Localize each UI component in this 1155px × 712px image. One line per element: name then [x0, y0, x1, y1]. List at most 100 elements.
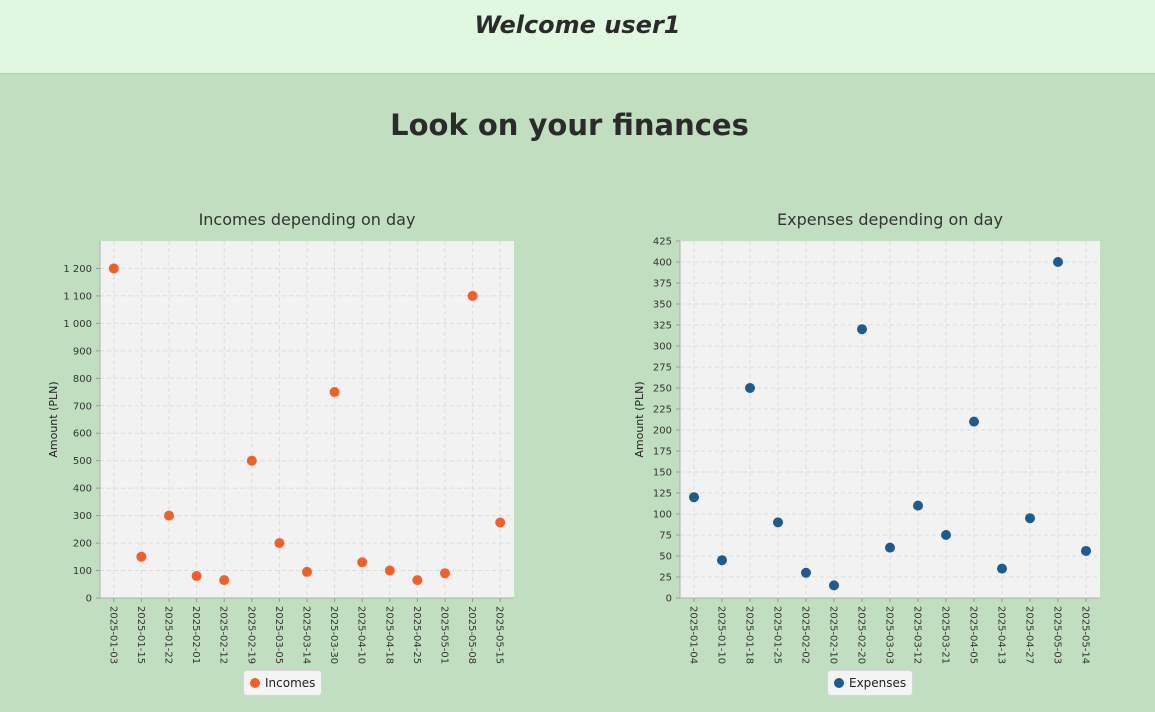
incomes-data-point: [412, 575, 423, 586]
x-tick-label: 2025-03-30: [328, 606, 339, 664]
y-tick-label: 75: [659, 531, 672, 542]
expenses-chart: 0 25 50 75 100 125 150 175 200 225 250 275 300 325 350…: [633, 210, 1100, 664]
y-tick-label: 50: [659, 552, 672, 563]
expenses-data-point: [1053, 257, 1063, 267]
expenses-data-point: [1081, 545, 1091, 556]
expenses-legend-label: Expenses: [849, 676, 907, 690]
expenses-data-point: [829, 580, 839, 591]
y-tick-label: 400: [653, 258, 672, 269]
expenses-data-point: [773, 517, 783, 528]
incomes-data-point: [246, 455, 257, 466]
expenses-data-point: [969, 416, 979, 427]
x-tick-label: 2025-03-05: [273, 606, 284, 664]
incomes-chart-title: Incomes depending on day: [199, 210, 416, 229]
expenses-data-point: [913, 500, 923, 511]
incomes-data-point: [108, 263, 119, 274]
y-tick-label: 425: [653, 237, 672, 248]
y-tick-label: 600: [73, 429, 92, 440]
x-tick-label: 2025-01-03: [107, 606, 118, 664]
x-tick-label: 2025-03-03: [884, 606, 895, 664]
x-tick-label: 2025-02-10: [828, 606, 839, 664]
incomes-data-point: [191, 571, 202, 582]
y-tick-label: 175: [653, 447, 672, 458]
x-tick-label: 2025-02-02: [800, 606, 811, 664]
y-tick-label: 100: [653, 510, 672, 521]
x-tick-label: 2025-01-22: [163, 606, 174, 664]
expenses-data-point: [857, 324, 867, 335]
x-tick-label: 2025-05-14: [1080, 606, 1091, 664]
incomes-data-point: [467, 290, 478, 301]
y-tick-label: 325: [653, 321, 672, 332]
incomes-data-point: [440, 568, 450, 579]
incomes-legend: Incomes: [243, 670, 323, 696]
y-tick-label: 0: [86, 594, 92, 605]
y-tick-label: 25: [659, 573, 672, 584]
incomes-data-point: [329, 387, 340, 398]
x-tick-label: 2025-03-12: [912, 606, 923, 664]
x-tick-label: 2025-05-01: [439, 606, 450, 664]
y-tick-label: 100: [73, 566, 92, 577]
y-tick-label: 125: [653, 489, 672, 500]
incomes-data-point: [164, 510, 174, 521]
expenses-data-point: [689, 492, 699, 503]
incomes-data-point: [495, 517, 506, 528]
expenses-data-point: [997, 563, 1007, 574]
incomes-legend-marker: [250, 678, 260, 688]
x-tick-label: 2025-04-13: [996, 606, 1007, 664]
x-tick-label: 2025-01-04: [688, 606, 699, 664]
expenses-chart-title: Expenses depending on day: [777, 210, 1003, 229]
expenses-data-point: [745, 383, 755, 393]
y-tick-label: 150: [653, 468, 672, 479]
expenses-data-point: [801, 567, 811, 578]
y-tick-label: 350: [653, 300, 672, 311]
y-tick-label: 800: [73, 374, 92, 385]
x-tick-label: 2025-03-21: [940, 606, 951, 664]
incomes-legend-label: Incomes: [265, 676, 316, 690]
x-tick-label: 2025-05-15: [494, 606, 505, 664]
incomes-chart: 0 100 200 300 400 500 600 700 800 900 1 000 1 100 1 …: [47, 210, 514, 664]
x-tick-label: 2025-01-10: [716, 606, 727, 664]
x-tick-label: 2025-02-20: [856, 606, 867, 664]
y-tick-label: 400: [73, 484, 92, 495]
x-tick-label: 2025-04-27: [1024, 606, 1035, 664]
x-tick-label: 2025-02-12: [218, 606, 229, 664]
expenses-y-axis-label: Amount (PLN): [633, 381, 646, 457]
y-tick-label: 1 200: [63, 264, 92, 275]
incomes-data-point: [302, 566, 312, 577]
y-tick-label: 700: [73, 401, 92, 412]
x-tick-label: 2025-02-01: [190, 606, 201, 664]
y-tick-label: 275: [653, 363, 672, 374]
y-tick-label: 225: [653, 405, 672, 416]
expenses-legend-marker: [834, 678, 844, 688]
y-tick-label: 1 000: [63, 319, 92, 330]
y-tick-label: 900: [73, 346, 92, 357]
y-tick-label: 1 100: [63, 291, 92, 302]
y-tick-label: 250: [653, 384, 672, 395]
x-tick-label: 2025-04-10: [356, 606, 367, 664]
incomes-data-point: [219, 575, 230, 586]
y-tick-label: 375: [653, 279, 672, 290]
x-tick-label: 2025-01-25: [772, 606, 783, 664]
incomes-data-point: [357, 557, 368, 568]
incomes-data-point: [136, 551, 147, 562]
x-tick-label: 2025-05-03: [1052, 606, 1063, 664]
y-tick-label: 300: [653, 342, 672, 353]
x-tick-label: 2025-04-18: [383, 606, 394, 664]
expenses-data-point: [717, 555, 727, 566]
incomes-data-point: [384, 565, 395, 576]
incomes-data-point: [274, 538, 285, 549]
x-tick-label: 2025-03-14: [301, 606, 312, 664]
y-tick-label: 200: [653, 426, 672, 437]
x-tick-label: 2025-04-25: [411, 606, 422, 664]
y-tick-label: 300: [73, 511, 92, 522]
x-tick-label: 2025-02-19: [245, 606, 256, 664]
expenses-data-point: [885, 542, 895, 553]
expenses-data-point: [941, 530, 951, 540]
x-tick-label: 2025-01-18: [744, 606, 755, 664]
y-tick-label: 500: [73, 456, 92, 467]
y-tick-label: 200: [73, 539, 92, 550]
x-tick-label: 2025-01-15: [135, 606, 146, 664]
incomes-y-axis-label: Amount (PLN): [47, 381, 60, 457]
x-tick-label: 2025-05-08: [466, 606, 477, 664]
charts-canvas: 0 100 200 300 400 500 600 700 800 900 1 000 1 100 1 …: [47, 210, 1100, 664]
